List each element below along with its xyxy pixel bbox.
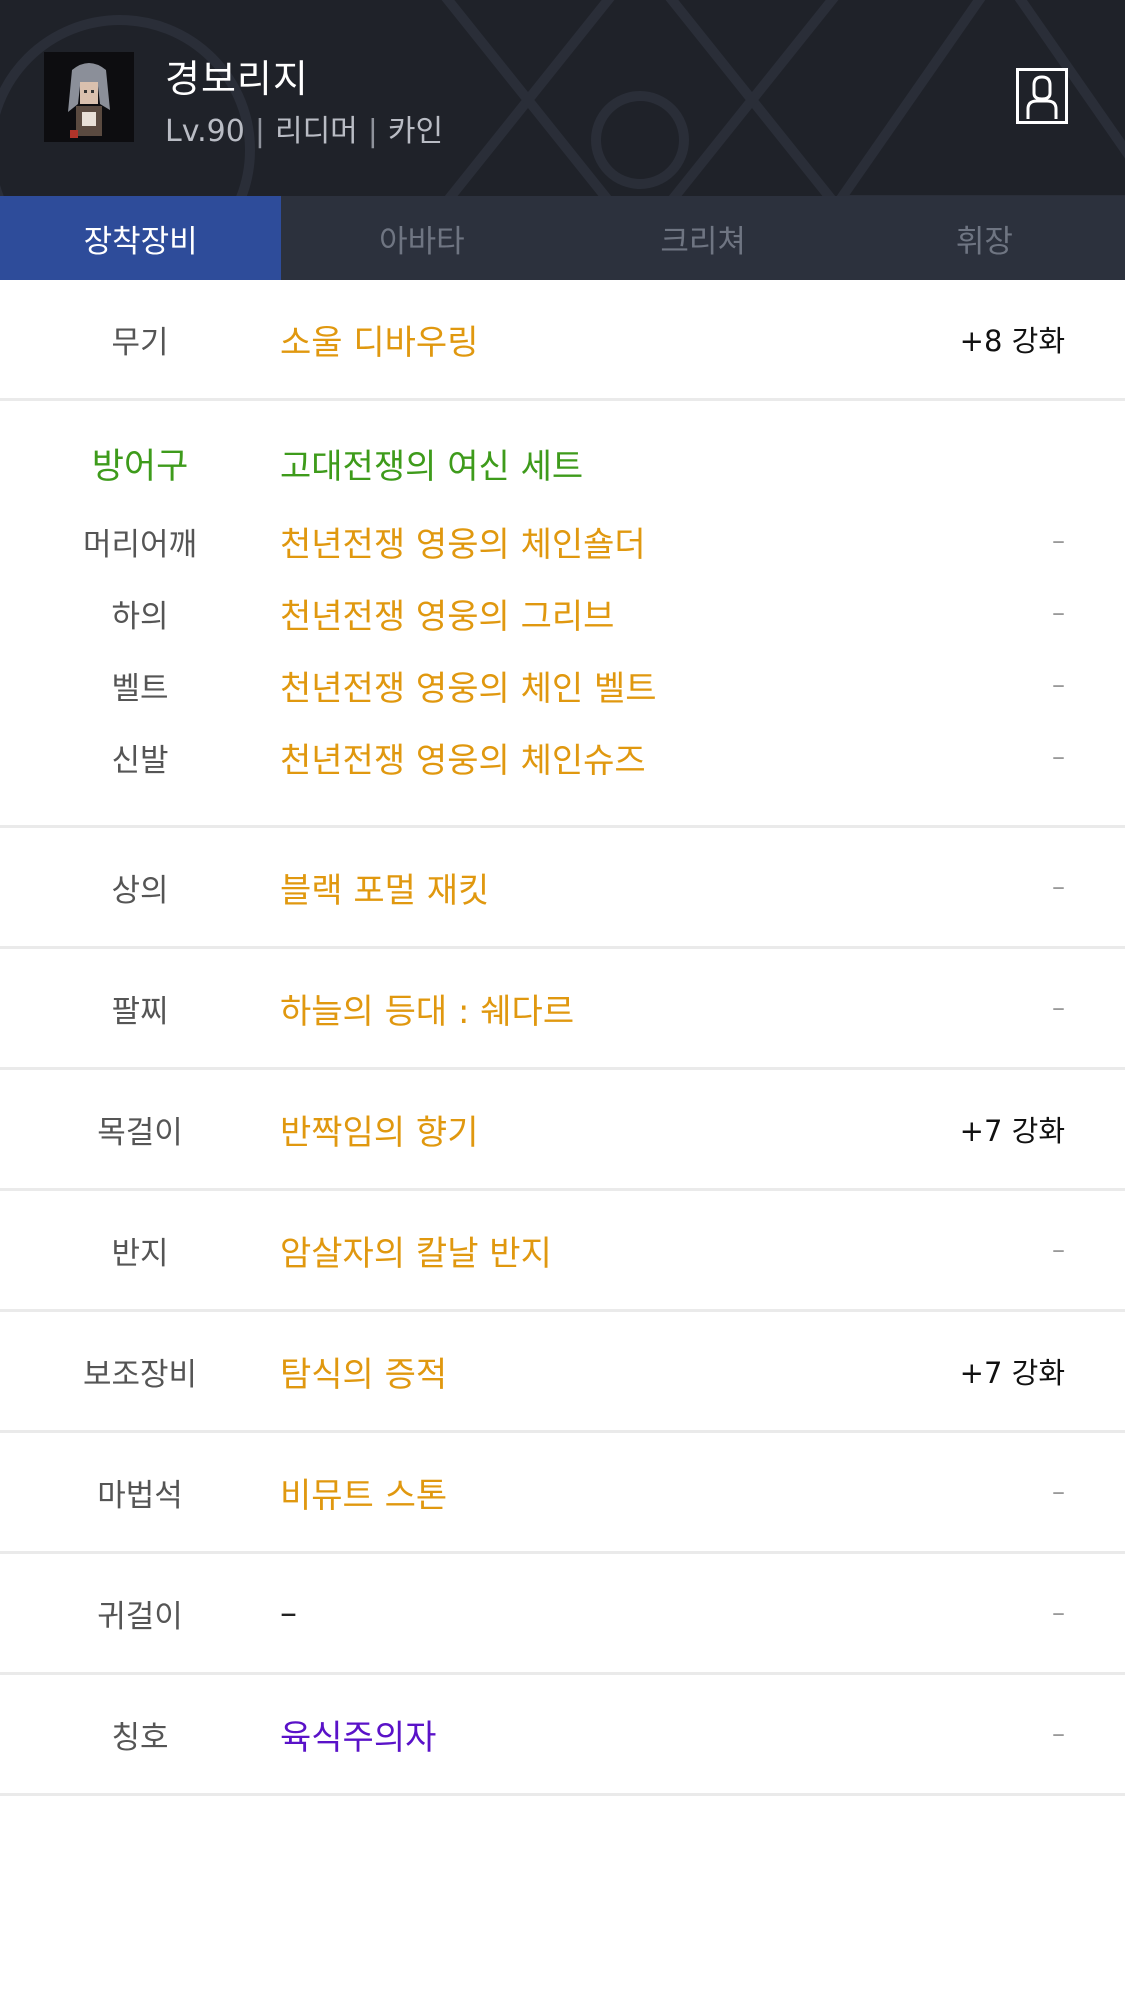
slot-label: 마법석: [97, 1477, 183, 1514]
armor-group-label: 방어구: [91, 446, 189, 487]
info-separator: |: [367, 114, 378, 149]
equip-row-top[interactable]: 상의 블랙 포멀 재킷 –: [0, 828, 1125, 949]
tab-bar: 장착장비 아바타 크리쳐 휘장: [0, 196, 1125, 280]
slot-label: 벨트: [111, 670, 169, 707]
slot-label: 머리어깨: [82, 526, 198, 563]
enhance-level: –: [1052, 670, 1065, 700]
equip-row-weapon[interactable]: 무기 소울 디바우링 +8 강화: [0, 280, 1125, 401]
character-job: 리디머: [274, 114, 358, 149]
info-separator: |: [254, 114, 265, 149]
item-name: 암살자의 칼날 반지: [280, 1233, 552, 1274]
enhance-level: –: [1052, 872, 1065, 902]
item-name: 블랙 포멀 재킷: [280, 870, 490, 911]
character-header: 경보리지 Lv.90 | 리디머 | 카인: [0, 0, 1125, 196]
character-server: 카인: [387, 114, 444, 149]
enhance-level: –: [1052, 1598, 1065, 1628]
slot-label: 팔찌: [111, 993, 169, 1030]
character-level: Lv.90: [165, 114, 245, 149]
item-name: 탐식의 증적: [280, 1354, 448, 1395]
equip-row-belt[interactable]: 벨트 천년전쟁 영웅의 체인 벨트 –: [0, 649, 1125, 721]
character-info: Lv.90 | 리디머 | 카인: [165, 106, 443, 150]
slot-label: 상의: [111, 872, 169, 909]
person-icon: [1026, 75, 1058, 119]
equip-row-shoes[interactable]: 신발 천년전쟁 영웅의 체인슈즈 –: [0, 721, 1125, 793]
equip-row-necklace[interactable]: 목걸이 반짝임의 향기 +7 강화: [0, 1070, 1125, 1191]
character-name: 경보리지: [165, 57, 309, 101]
item-name: 반짝임의 향기: [280, 1112, 479, 1153]
equip-row-bracelet[interactable]: 팔찌 하늘의 등대 : 쉐다르 –: [0, 949, 1125, 1070]
tab-insignia[interactable]: 휘장: [844, 196, 1125, 280]
enhance-level: +7 강화: [959, 1114, 1065, 1148]
equip-row-title[interactable]: 칭호 육식주의자 –: [0, 1675, 1125, 1796]
enhance-level: +7 강화: [959, 1356, 1065, 1390]
equip-row-magicstone[interactable]: 마법석 비뮤트 스톤 –: [0, 1433, 1125, 1554]
enhance-level: –: [1052, 1235, 1065, 1265]
enhance-level: –: [1052, 1719, 1065, 1749]
slot-label: 반지: [111, 1235, 169, 1272]
item-name: 소울 디바우링: [280, 322, 479, 363]
equip-row-shoulder[interactable]: 머리어깨 천년전쟁 영웅의 체인숄더 –: [0, 505, 1125, 577]
armor-group: 방어구 고대전쟁의 여신 세트 머리어깨 천년전쟁 영웅의 체인숄더 – 하의 …: [0, 401, 1125, 828]
tab-equipment[interactable]: 장착장비: [0, 196, 282, 280]
slot-label: 보조장비: [82, 1356, 198, 1393]
slot-label: 무기: [111, 324, 169, 361]
tab-creature[interactable]: 크리쳐: [563, 196, 844, 280]
slot-label: 칭호: [111, 1719, 169, 1756]
armor-set-name: 고대전쟁의 여신 세트: [280, 446, 584, 487]
armor-set-row[interactable]: 방어구 고대전쟁의 여신 세트: [0, 431, 1125, 495]
character-avatar[interactable]: [44, 52, 134, 142]
enhance-level: –: [1052, 598, 1065, 628]
character-sprite-icon: [44, 52, 134, 142]
enhance-level: –: [1052, 1477, 1065, 1507]
equip-row-ring[interactable]: 반지 암살자의 칼날 반지 –: [0, 1191, 1125, 1312]
item-name: 육식주의자: [280, 1717, 437, 1758]
slot-label: 신발: [111, 742, 169, 779]
equip-row-support[interactable]: 보조장비 탐식의 증적 +7 강화: [0, 1312, 1125, 1433]
item-name: 천년전쟁 영웅의 체인숄더: [280, 524, 646, 565]
equip-row-pants[interactable]: 하의 천년전쟁 영웅의 그리브 –: [0, 577, 1125, 649]
item-name: 하늘의 등대 : 쉐다르: [280, 991, 575, 1032]
enhance-level: –: [1052, 526, 1065, 556]
item-name: 비뮤트 스톤: [280, 1475, 448, 1516]
enhance-level: –: [1052, 742, 1065, 772]
slot-label: 귀걸이: [97, 1598, 183, 1635]
enhance-level: +8 강화: [959, 324, 1065, 358]
item-name: –: [280, 1593, 297, 1633]
enhance-level: –: [1052, 993, 1065, 1023]
profile-button[interactable]: [1016, 68, 1068, 124]
slot-label: 목걸이: [97, 1114, 183, 1151]
item-name: 천년전쟁 영웅의 그리브: [280, 596, 615, 637]
equip-row-earring[interactable]: 귀걸이 – –: [0, 1554, 1125, 1675]
tab-avatar[interactable]: 아바타: [281, 196, 562, 280]
item-name: 천년전쟁 영웅의 체인 벨트: [280, 668, 657, 709]
slot-label: 하의: [111, 598, 169, 635]
item-name: 천년전쟁 영웅의 체인슈즈: [280, 740, 646, 781]
